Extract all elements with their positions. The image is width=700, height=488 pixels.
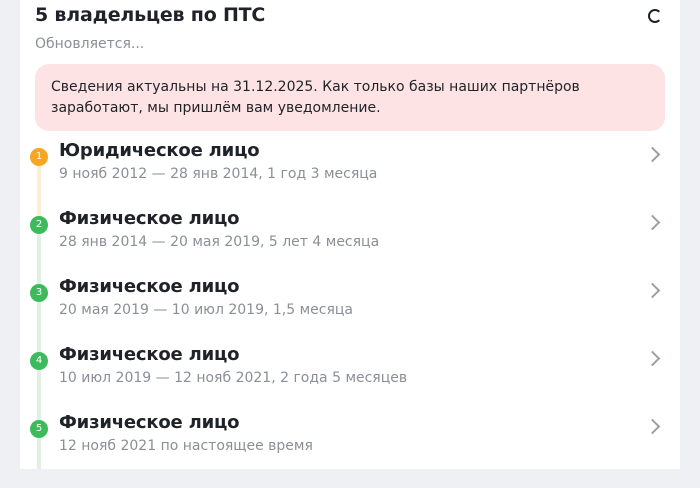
chevron-right-icon	[644, 282, 661, 299]
chevron-right-icon	[644, 350, 661, 367]
owner-type: Физическое лицо	[59, 412, 240, 433]
owners-card: 5 владельцев по ПТС Обновляется... Сведе…	[20, 0, 680, 469]
owner-item-5[interactable]: 5 Физическое лицо 12 нояб 2021 по настоя…	[20, 412, 680, 488]
owner-type: Юридическое лицо	[59, 140, 260, 161]
owner-type: Физическое лицо	[59, 276, 240, 297]
owner-period: 12 нояб 2021 по настоящее время	[59, 438, 313, 454]
owner-period: 20 мая 2019 — 10 июл 2019, 1,5 месяца	[59, 302, 353, 318]
chevron-right-icon	[644, 146, 661, 163]
owner-number-badge: 1	[30, 148, 48, 166]
owners-timeline: 1 Юридическое лицо 9 нояб 2012 — 28 янв …	[20, 0, 680, 469]
owner-type: Физическое лицо	[59, 208, 240, 229]
chevron-right-icon	[644, 214, 661, 231]
owner-item-1[interactable]: 1 Юридическое лицо 9 нояб 2012 — 28 янв …	[20, 140, 680, 216]
owner-type: Физическое лицо	[59, 344, 240, 365]
owner-number-badge: 4	[30, 352, 48, 370]
owner-item-4[interactable]: 4 Физическое лицо 10 июл 2019 — 12 нояб …	[20, 344, 680, 420]
owner-number-badge: 2	[30, 216, 48, 234]
owner-item-3[interactable]: 3 Физическое лицо 20 мая 2019 — 10 июл 2…	[20, 276, 680, 352]
owner-item-2[interactable]: 2 Физическое лицо 28 янв 2014 — 20 мая 2…	[20, 208, 680, 284]
owner-period: 28 янв 2014 — 20 мая 2019, 5 лет 4 месяц…	[59, 234, 380, 250]
owner-number-badge: 3	[30, 284, 48, 302]
owner-number-badge: 5	[30, 420, 48, 438]
owner-period: 10 июл 2019 — 12 нояб 2021, 2 года 5 мес…	[59, 370, 408, 386]
chevron-right-icon	[644, 418, 661, 435]
owner-period: 9 нояб 2012 — 28 янв 2014, 1 год 3 месяц…	[59, 166, 378, 182]
